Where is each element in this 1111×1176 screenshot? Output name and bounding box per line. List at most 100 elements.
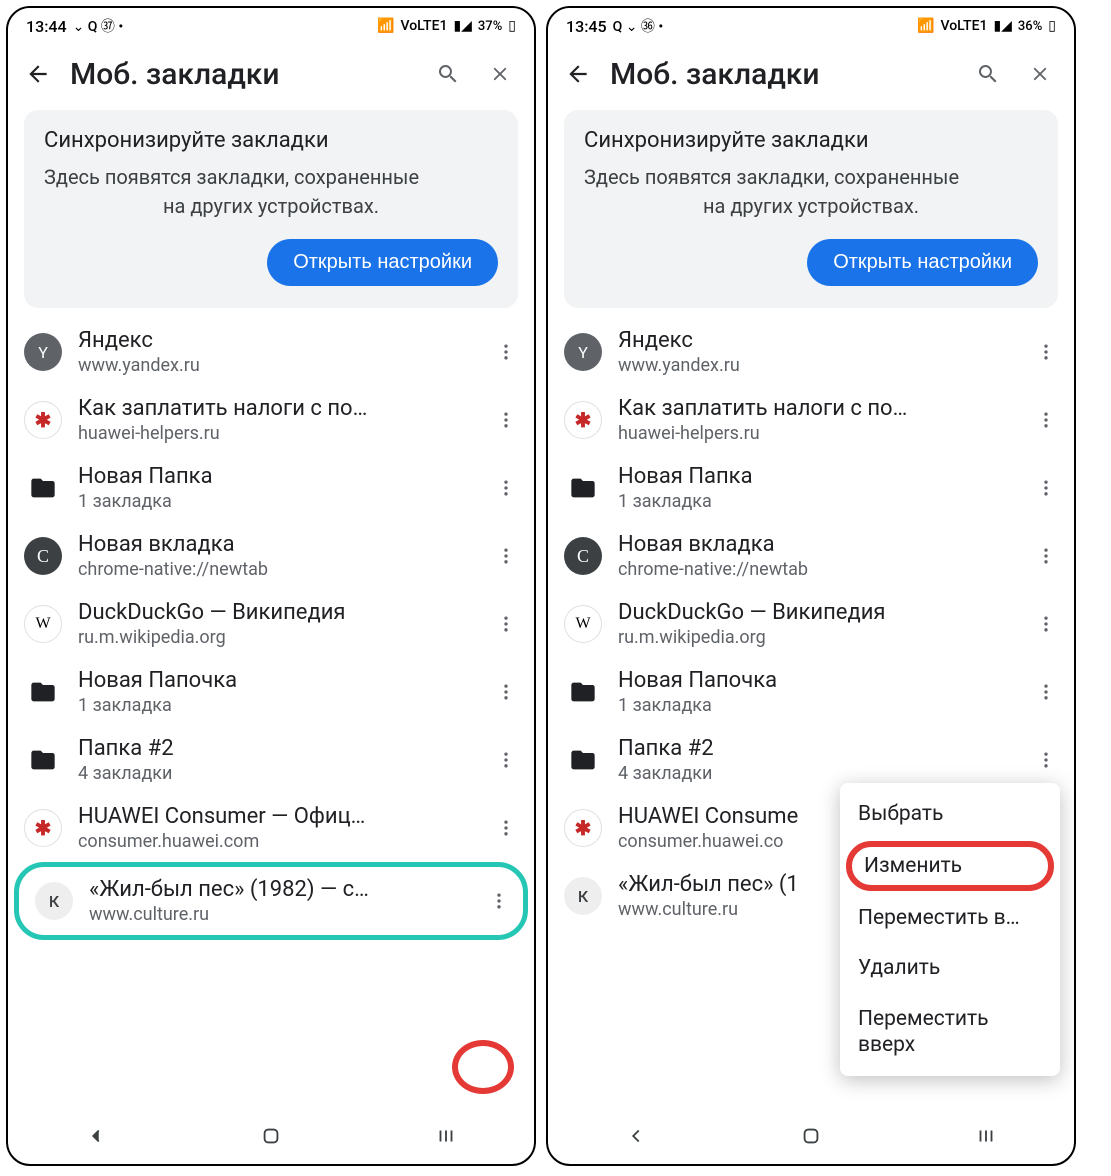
bookmark-subtitle: 1 закладка (618, 695, 1010, 716)
sync-promo-card: Синхронизируйте закладки Здесь появятся … (24, 110, 518, 308)
bookmark-title: Как заплатить налоги с по… (618, 396, 1010, 421)
folder-icon (24, 741, 62, 779)
nav-back-icon[interactable] (625, 1125, 647, 1151)
folder-icon (24, 673, 62, 711)
app-header: Моб. закладки (8, 44, 534, 104)
bookmark-item[interactable]: C Новая вкладкаchrome-native://newtab (548, 522, 1074, 590)
phone-screen-left: 13:44 ⌄ Q ㊲ • 📶 VoLTE1 ▮◢ 37% ▯ Моб. зак… (6, 6, 536, 1166)
favicon: К (35, 882, 73, 920)
context-menu-item[interactable]: Переместить вверх (840, 994, 1060, 1071)
nav-home-icon[interactable] (800, 1125, 822, 1151)
bookmark-item[interactable]: ✱HUAWEI Consumer — Офиц…consumer.huawei.… (8, 794, 534, 862)
bookmark-item[interactable]: W DuckDuckGo — Википедияru.m.wikipedia.or… (8, 590, 534, 658)
bookmark-item[interactable]: Новая Папочка1 закладка (8, 658, 534, 726)
bookmark-title: HUAWEI Consumer — Офиц… (78, 804, 470, 829)
bookmark-subtitle: chrome-native://newtab (618, 559, 1010, 580)
context-menu-item-highlighted[interactable]: Изменить (846, 841, 1054, 891)
volte-indicator: VoLTE1 (401, 18, 448, 34)
bookmark-item[interactable]: ✱ Как заплатить налоги с по…huawei-helper… (548, 386, 1074, 454)
bookmark-subtitle: chrome-native://newtab (78, 559, 470, 580)
more-options-button[interactable] (1026, 468, 1066, 508)
more-options-button[interactable] (1026, 332, 1066, 372)
open-settings-button[interactable]: Открыть настройки (807, 239, 1038, 286)
more-options-button[interactable] (1026, 400, 1066, 440)
favicon: ✱ (24, 809, 62, 847)
bookmark-subtitle: www.yandex.ru (618, 355, 1010, 376)
bookmark-title: «Жил-был пес» (1982) — с… (89, 877, 463, 902)
bookmark-title: Новая Папка (78, 464, 470, 489)
signal-icon: ▮◢ (993, 18, 1011, 34)
folder-icon (564, 469, 602, 507)
search-button[interactable] (968, 54, 1008, 94)
volte-indicator: VoLTE1 (941, 18, 988, 34)
more-options-button[interactable] (486, 468, 526, 508)
folder-icon (564, 741, 602, 779)
favicon: C (24, 537, 62, 575)
bookmark-title: DuckDuckGo — Википедия (78, 600, 470, 625)
bookmark-subtitle: ru.m.wikipedia.org (78, 627, 470, 648)
favicon: Y (24, 333, 62, 371)
more-options-button[interactable] (486, 400, 526, 440)
context-menu: ВыбратьИзменитьПереместить в…УдалитьПере… (840, 783, 1060, 1077)
more-options-button[interactable] (479, 881, 519, 921)
bookmark-title: DuckDuckGo — Википедия (618, 600, 1010, 625)
bookmark-title: Яндекс (78, 328, 470, 353)
more-options-button[interactable] (1026, 672, 1066, 712)
nav-recent-icon[interactable] (975, 1125, 997, 1151)
bookmark-item[interactable]: YЯндексwww.yandex.ru (8, 318, 534, 386)
more-options-button[interactable] (1026, 536, 1066, 576)
favicon: W (24, 605, 62, 643)
more-options-button[interactable] (486, 536, 526, 576)
bookmark-title: Папка #2 (78, 736, 470, 761)
status-time: 13:45 (566, 17, 607, 36)
bookmark-item[interactable]: Папка #24 закладки (8, 726, 534, 794)
battery-text: 37% (478, 19, 502, 34)
bookmark-subtitle: huawei-helpers.ru (618, 423, 1010, 444)
more-options-button[interactable] (486, 740, 526, 780)
favicon: К (564, 877, 602, 915)
nav-recent-icon[interactable] (435, 1125, 457, 1151)
favicon: C (564, 537, 602, 575)
open-settings-button[interactable]: Открыть настройки (267, 239, 498, 286)
bookmark-item[interactable]: Новая Папка1 закладка (548, 454, 1074, 522)
favicon: W (564, 605, 602, 643)
bookmark-list[interactable]: YЯндексwww.yandex.ru✱Как заплатить налог… (8, 318, 534, 1112)
bookmark-title: Новая вкладка (618, 532, 1010, 557)
bookmark-item[interactable]: YЯндексwww.yandex.ru (548, 318, 1074, 386)
bookmark-subtitle: 4 закладки (618, 763, 1010, 784)
bookmark-item[interactable]: CНовая вкладкаchrome-native://newtab (8, 522, 534, 590)
more-options-button[interactable] (1026, 740, 1066, 780)
favicon: ✱ (564, 401, 602, 439)
bookmark-item[interactable]: W DuckDuckGo — Википедияru.m.wikipedia.or… (548, 590, 1074, 658)
more-options-button[interactable] (486, 672, 526, 712)
bookmark-item[interactable]: Новая Папочка1 закладка (548, 658, 1074, 726)
bookmark-title: Папка #2 (618, 736, 1010, 761)
search-button[interactable] (428, 54, 468, 94)
context-menu-item[interactable]: Удалить (840, 943, 1060, 993)
bookmark-subtitle: ru.m.wikipedia.org (618, 627, 1010, 648)
more-options-button[interactable] (1026, 604, 1066, 644)
sync-body: Здесь появятся закладки, сохраненные на … (584, 163, 1038, 221)
bookmark-item[interactable]: К «Жил-был пес» (1982) — с…www.culture.ru (29, 873, 521, 929)
bookmark-item[interactable]: Новая Папка1 закладка (8, 454, 534, 522)
back-button[interactable] (558, 54, 598, 94)
bookmark-subtitle: www.culture.ru (89, 904, 463, 925)
bookmark-title: Как заплатить налоги с по… (78, 396, 470, 421)
nav-back-icon[interactable] (85, 1125, 107, 1151)
back-button[interactable] (18, 54, 58, 94)
bookmark-item[interactable]: ✱Как заплатить налоги с по…huawei-helper… (8, 386, 534, 454)
context-menu-item[interactable]: Выбрать (840, 789, 1060, 839)
close-button[interactable] (1020, 54, 1060, 94)
more-options-button[interactable] (486, 808, 526, 848)
bookmark-title: Новая Папочка (618, 668, 1010, 693)
close-button[interactable] (480, 54, 520, 94)
status-bar: 13:44 ⌄ Q ㊲ • 📶 VoLTE1 ▮◢ 37% ▯ (8, 8, 534, 44)
more-options-button[interactable] (486, 332, 526, 372)
context-menu-item[interactable]: Переместить в… (840, 893, 1060, 943)
status-time: 13:44 (26, 17, 67, 36)
more-options-button[interactable] (486, 604, 526, 644)
status-indicators: ⌄ Q ㊲ • (73, 16, 124, 36)
nav-home-icon[interactable] (260, 1125, 282, 1151)
bookmark-subtitle: huawei-helpers.ru (78, 423, 470, 444)
app-header: Моб. закладки (548, 44, 1074, 104)
